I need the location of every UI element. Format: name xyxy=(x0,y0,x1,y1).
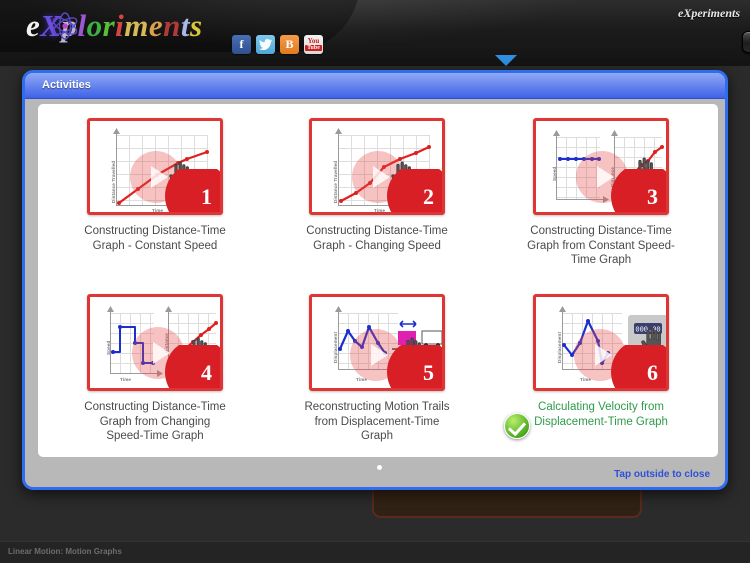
activity-title-line: Time Graph xyxy=(570,254,632,266)
activity-number-badge: 2 xyxy=(387,169,442,212)
activity-thumbnail-1[interactable]: Distance Travelled Time 1 xyxy=(87,118,223,215)
activity-number-badge: 6 xyxy=(611,345,666,388)
completed-check-icon xyxy=(504,413,530,439)
activity-card-5[interactable]: Displacement Time 5 Reconstructing Motion… xyxy=(264,294,490,444)
activity-title-line: from Displacement-Time xyxy=(314,415,440,428)
activity-caption: Constructing Distance-Time Graph - Consta… xyxy=(42,224,268,253)
activity-title-line: Constructing Distance-Time xyxy=(530,225,672,237)
activities-grid: Distance Travelled Time 1 Constructing Di… xyxy=(38,104,718,457)
activity-title-line: Graph from Constant Speed- xyxy=(527,239,675,252)
modal-header: Activities xyxy=(25,73,725,99)
rate-button[interactable]: Rate ★ xyxy=(742,31,750,53)
activity-card-6[interactable]: DisplacementTime 000.00 6 Calculating Ve… xyxy=(488,294,714,439)
activity-number-badge: 5 xyxy=(387,345,442,388)
activity-number: 6 xyxy=(647,360,658,385)
tap-outside-to-close-link[interactable]: Tap outside to close xyxy=(614,469,710,480)
modal-footer: Tap outside to close xyxy=(25,457,725,487)
activity-number-badge: 4 xyxy=(165,345,220,388)
activity-title-line: Graph - Changing Speed xyxy=(313,239,441,252)
activity-title-line: Graph from Changing xyxy=(99,415,211,428)
activity-number-badge: 1 xyxy=(165,169,220,212)
twitter-bird-glyph xyxy=(259,39,272,50)
facebook-glyph: f xyxy=(239,37,244,51)
activity-card-4[interactable]: Speed Time Distance 4 Constructing Distanc… xyxy=(42,294,268,444)
activity-number: 3 xyxy=(647,184,658,209)
activity-title-line: Constructing Distance-Time xyxy=(306,225,448,237)
active-tab-pointer xyxy=(495,55,517,66)
activity-caption: Constructing Distance-Time Graph - Changi… xyxy=(264,224,490,253)
youtube-sub-glyph: Tube xyxy=(305,45,322,51)
activity-number: 4 xyxy=(201,360,212,385)
activity-card-2[interactable]: Distance Travelled Time 2 Constructing Di… xyxy=(264,118,490,253)
modal-body: Distance Travelled Time 1 Constructing Di… xyxy=(38,104,718,457)
activity-caption: Constructing Distance-Time Graph from Cha… xyxy=(42,400,268,444)
top-navigation-bar: eXploriments f B You Tube Rate ★ xyxy=(0,0,750,66)
activity-card-3[interactable]: Speed Distance Time 3 Constructing Distanc… xyxy=(488,118,714,268)
activity-title-line: Constructing Distance-Time xyxy=(84,225,226,237)
brand-small-text: eXperiments xyxy=(678,6,740,20)
activity-caption: Reconstructing Motion Trails from Displac… xyxy=(264,400,490,444)
youtube-icon[interactable]: You Tube xyxy=(304,35,323,54)
activity-number: 2 xyxy=(423,184,434,209)
activity-caption: Constructing Distance-Time Graph from Con… xyxy=(488,224,714,268)
social-links: f B You Tube xyxy=(232,35,323,54)
status-bar: Linear Motion: Motion Graphs xyxy=(0,541,750,563)
activity-title-line: Constructing Distance-Time xyxy=(84,401,226,413)
blogger-icon[interactable]: B xyxy=(280,35,299,54)
facebook-icon[interactable]: f xyxy=(232,35,251,54)
youtube-glyph: You xyxy=(307,37,320,45)
activity-thumbnail-3[interactable]: Speed Distance Time 3 xyxy=(533,118,669,215)
activity-title-line: Calculating Velocity from xyxy=(538,401,664,413)
status-bar-text: Linear Motion: Motion Graphs xyxy=(8,547,122,556)
activity-title-line: Speed-Time Graph xyxy=(106,430,204,442)
twitter-icon[interactable] xyxy=(256,35,275,54)
activity-number: 1 xyxy=(201,184,212,209)
activity-title-line: Reconstructing Motion Trails xyxy=(304,401,450,413)
app-logo[interactable]: eXploriments xyxy=(26,6,226,50)
activity-title-line: Graph xyxy=(361,430,393,442)
activity-number: 5 xyxy=(423,360,434,385)
activities-modal: Activities Distance Travelled Time 1 Cons… xyxy=(22,70,728,490)
activity-card-1[interactable]: Distance Travelled Time 1 Constructing Di… xyxy=(42,118,268,253)
blogger-glyph: B xyxy=(285,37,294,51)
modal-title: Activities xyxy=(42,79,91,91)
activity-title-line: Graph - Constant Speed xyxy=(92,239,218,252)
activity-number-badge: 3 xyxy=(611,169,666,212)
activity-thumbnail-6[interactable]: DisplacementTime 000.00 6 xyxy=(533,294,669,391)
atom-icon xyxy=(52,12,78,40)
activity-thumbnail-5[interactable]: Displacement Time 5 xyxy=(309,294,445,391)
page-indicator-dot[interactable] xyxy=(377,465,382,470)
activity-thumbnail-4[interactable]: Speed Time Distance 4 xyxy=(87,294,223,391)
activity-thumbnail-2[interactable]: Distance Travelled Time 2 xyxy=(309,118,445,215)
